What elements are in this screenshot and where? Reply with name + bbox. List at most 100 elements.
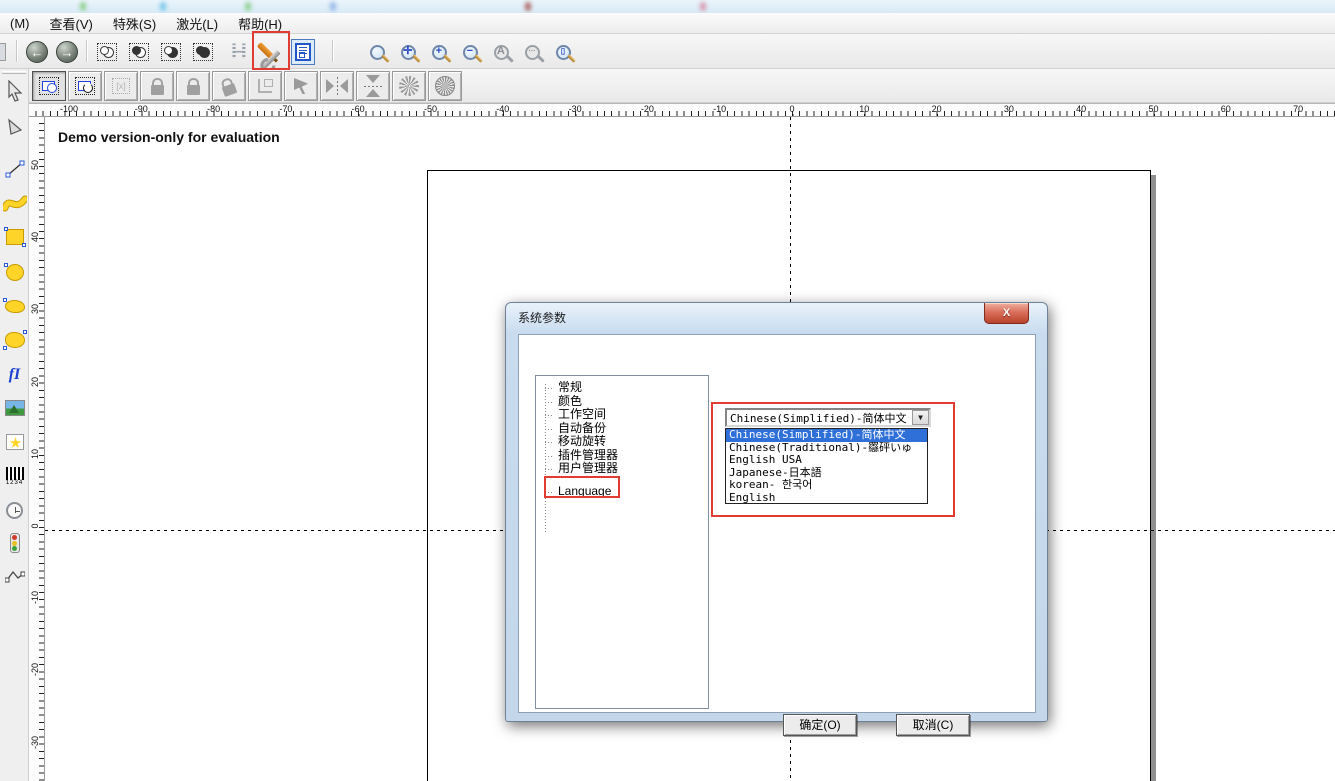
text-tool[interactable]: fI (1, 360, 28, 390)
select-transform-icon (39, 77, 59, 95)
desktop-smudge (245, 2, 251, 11)
curve-tool[interactable] (1, 188, 28, 218)
preview-burst-filled-button[interactable] (428, 71, 462, 101)
chevron-down-icon[interactable]: ▼ (912, 410, 929, 425)
language-option[interactable]: Chinese(Simplified)-简体中文 (726, 429, 927, 442)
tree-item[interactable]: 工作空间 (536, 408, 708, 422)
zoom-pan-button[interactable]: ✛ (395, 39, 421, 65)
menu-view[interactable]: 查看(V) (40, 13, 103, 33)
ruler-label: 10 (30, 448, 40, 460)
nav-back-button[interactable]: ← (24, 39, 50, 65)
zoom-all-button[interactable]: A (488, 39, 514, 65)
dialog-titlebar[interactable]: 系统参数 (506, 303, 1047, 331)
desktop-smudge (330, 2, 336, 11)
node-select-3-button[interactable] (158, 39, 184, 65)
preview-burst-filled-icon (435, 76, 455, 96)
language-option[interactable]: korean- 한국어 (726, 479, 927, 492)
close-button[interactable]: X (984, 303, 1029, 324)
object-list-button[interactable] (290, 39, 316, 65)
preview-burst-icon (399, 76, 419, 96)
annotation-box-language (544, 476, 620, 498)
language-option[interactable]: English (726, 492, 927, 505)
demo-watermark: Demo version-only for evaluation (58, 129, 280, 145)
ruler-label: 40 (1076, 104, 1086, 114)
select-arrow-icon (6, 80, 24, 102)
zoom-out-button[interactable]: − (457, 39, 483, 65)
select-rotate-button[interactable] (68, 71, 102, 101)
mirror-vertical-button[interactable] (356, 71, 390, 101)
unlock-button[interactable] (212, 71, 246, 101)
move-origin-icon (256, 78, 274, 94)
zoom-in-button[interactable]: + (426, 39, 452, 65)
node-select-4-icon (193, 43, 213, 61)
language-combobox[interactable]: Chinese(Simplified)-简体中文 ▼ (725, 408, 931, 427)
polygon-tool[interactable] (1, 325, 28, 355)
barcode-tool[interactable] (1, 461, 28, 491)
ruler-label: 50 (30, 159, 40, 171)
menu-laser[interactable]: 激光(L) (166, 13, 228, 33)
language-option[interactable]: English USA (726, 454, 927, 467)
node-edit-tool[interactable] (1, 113, 28, 143)
line-tool[interactable] (1, 154, 28, 184)
language-dropdown-list[interactable]: Chinese(Simplified)-简体中文Chinese(Traditio… (725, 428, 928, 504)
annotation-box-system-parameters (252, 31, 290, 70)
vector-file-tool[interactable] (1, 427, 28, 457)
lock-2-button[interactable] (176, 71, 210, 101)
toolbar-grip[interactable] (2, 71, 26, 74)
ruler-label: -20 (641, 104, 654, 114)
image-tool[interactable] (1, 393, 28, 423)
tree-item[interactable]: 自动备份 (536, 422, 708, 436)
node-select-4-button[interactable] (190, 39, 216, 65)
zoom-button[interactable] (364, 39, 390, 65)
settings-tree[interactable]: 常规颜色工作空间自动备份移动旋转插件管理器用户管理器Language (535, 375, 709, 709)
toolbar-standard: ← → H ✛ + − A ⋯ ▯ (0, 34, 1335, 69)
menu-help[interactable]: 帮助(H) (228, 13, 292, 33)
dialog-title: 系统参数 (518, 309, 566, 326)
ruler-label: 30 (1004, 104, 1014, 114)
io-signal-tool[interactable] (1, 528, 28, 558)
nav-back-icon: ← (26, 41, 48, 63)
lock-icon (151, 85, 164, 95)
node-select-2-button[interactable] (126, 39, 152, 65)
select-arrow-tool[interactable] (1, 76, 28, 106)
tree-item[interactable]: 插件管理器 (536, 449, 708, 463)
desktop-strip (0, 0, 1335, 13)
preview-burst-button[interactable] (392, 71, 426, 101)
vertical-ruler: 50403020100-10-20-30 (29, 117, 45, 781)
io-signal-icon (10, 533, 20, 553)
rectangle-tool[interactable] (1, 222, 28, 252)
page-icon[interactable] (0, 39, 12, 65)
ruler-label: 0 (30, 520, 40, 532)
ok-button[interactable]: 确定(O) (783, 714, 857, 736)
zoom-icon (370, 45, 385, 60)
tree-item[interactable]: 颜色 (536, 395, 708, 409)
spline-tool[interactable] (1, 561, 28, 591)
select-transform-button[interactable] (32, 71, 66, 101)
delay-clock-icon (6, 502, 23, 519)
lock-button[interactable] (140, 71, 174, 101)
zoom-in-icon: + (432, 45, 447, 60)
ruler-label: -30 (569, 104, 582, 114)
hatch-button[interactable]: H (226, 39, 252, 65)
tree-item[interactable]: 移动旋转 (536, 435, 708, 449)
separator (16, 40, 17, 62)
tree-item[interactable]: 常规 (536, 381, 708, 395)
delay-clock-tool[interactable] (1, 495, 28, 525)
menu-special[interactable]: 特殊(S) (103, 13, 166, 33)
curve-icon (3, 193, 27, 213)
ellipse-tool[interactable] (1, 257, 28, 287)
ruler-label: 30 (30, 303, 40, 315)
toolbar-modify: [x] (29, 69, 1335, 103)
blob-tool[interactable] (1, 291, 28, 321)
line-icon (5, 160, 25, 178)
mirror-horizontal-button[interactable] (320, 71, 354, 101)
menu-modify[interactable]: (M) (0, 13, 40, 33)
node-select-button[interactable] (94, 39, 120, 65)
mirror-vertical-icon (364, 75, 382, 97)
nav-forward-button[interactable]: → (54, 39, 80, 65)
tree-item[interactable]: 用户管理器 (536, 462, 708, 476)
zoom-page-icon: ▯ (556, 45, 571, 60)
zoom-selection-button[interactable]: ⋯ (519, 39, 545, 65)
cancel-button[interactable]: 取消(C) (896, 714, 970, 736)
zoom-page-button[interactable]: ▯ (550, 39, 576, 65)
